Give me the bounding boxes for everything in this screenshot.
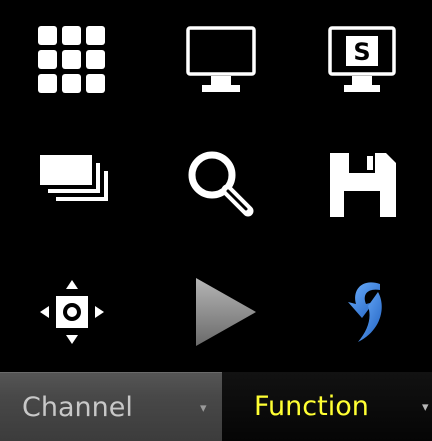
play-button[interactable] bbox=[162, 262, 282, 362]
function-panel: S Channel ▾ Function ▾ bbox=[0, 0, 432, 441]
return-button[interactable] bbox=[302, 262, 422, 362]
spot-monitor-icon: S bbox=[328, 26, 396, 92]
play-icon bbox=[196, 278, 256, 346]
save-icon bbox=[330, 153, 396, 217]
tab-function-label: Function bbox=[254, 391, 369, 422]
save-button[interactable] bbox=[302, 135, 422, 235]
chevron-down-icon: ▾ bbox=[200, 401, 207, 416]
sequence-icon bbox=[40, 155, 108, 201]
spot-monitor-button[interactable]: S bbox=[302, 12, 422, 112]
spot-monitor-glyph: S bbox=[353, 38, 370, 66]
search-icon bbox=[188, 151, 254, 217]
sequence-button[interactable] bbox=[12, 135, 132, 235]
grid-layout-button[interactable] bbox=[12, 10, 132, 110]
tab-bar: Channel ▾ Function ▾ bbox=[0, 372, 432, 441]
tab-function[interactable]: Function ▾ bbox=[222, 372, 432, 441]
single-monitor-button[interactable] bbox=[162, 12, 282, 112]
search-button[interactable] bbox=[162, 135, 282, 235]
grid-layout-icon bbox=[38, 26, 105, 93]
single-monitor-icon bbox=[186, 26, 256, 92]
tab-channel[interactable]: Channel ▾ bbox=[0, 372, 222, 441]
ptz-control-icon bbox=[40, 280, 104, 344]
ptz-control-button[interactable] bbox=[12, 262, 132, 362]
chevron-down-icon: ▾ bbox=[422, 400, 429, 415]
tab-channel-label: Channel bbox=[22, 391, 133, 423]
return-icon bbox=[348, 282, 382, 342]
function-icon-grid: S bbox=[0, 0, 432, 372]
